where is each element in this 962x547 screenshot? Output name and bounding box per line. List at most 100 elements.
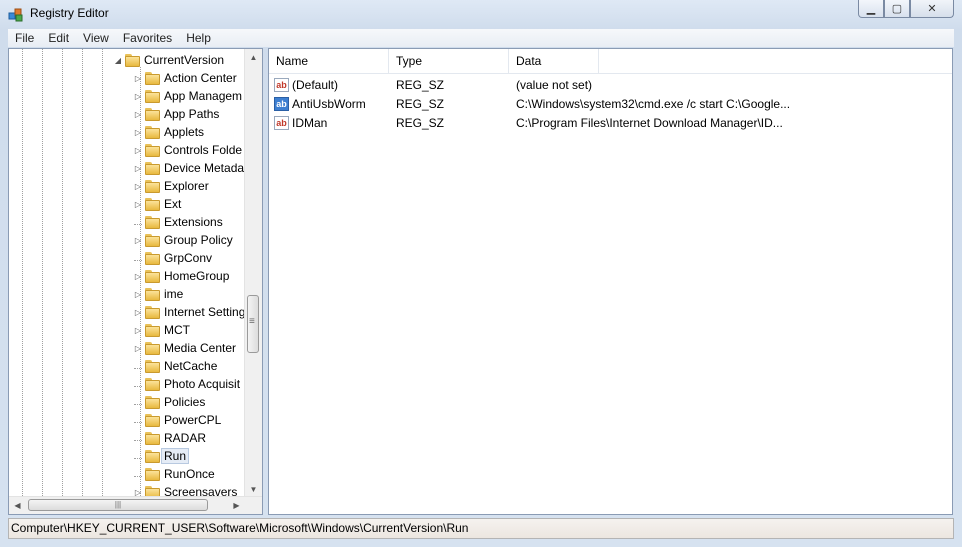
tree-item[interactable]: ▷ App Paths bbox=[133, 105, 219, 123]
folder-icon bbox=[145, 107, 160, 121]
collapse-arrow-icon[interactable]: ◢ bbox=[113, 56, 123, 65]
folder-icon bbox=[145, 323, 160, 337]
tree-item[interactable]: ▷ Internet Setting bbox=[133, 303, 245, 321]
folder-icon bbox=[145, 251, 160, 265]
folder-icon bbox=[145, 269, 160, 283]
column-type-header[interactable]: Type bbox=[389, 49, 509, 73]
string-value-icon: ab bbox=[274, 77, 289, 92]
tree-item[interactable]: ▷ MCT bbox=[133, 321, 190, 339]
expand-arrow-icon[interactable]: ▷ bbox=[133, 290, 143, 299]
value-name: IDMan bbox=[292, 115, 328, 130]
tree-item[interactable]: NetCache bbox=[133, 357, 217, 375]
menu-favorites[interactable]: Favorites bbox=[116, 31, 179, 45]
tree-item[interactable]: Photo Acquisit bbox=[133, 375, 240, 393]
tree-item[interactable]: Extensions bbox=[133, 213, 223, 231]
tree-item-label: RunOnce bbox=[164, 467, 215, 481]
expand-arrow-icon[interactable]: ▷ bbox=[133, 200, 143, 209]
value-row[interactable]: ab IDMan REG_SZ C:\Program Files\Internet D… bbox=[269, 113, 783, 132]
tree-item[interactable]: PowerCPL bbox=[133, 411, 221, 429]
expand-arrow-icon[interactable]: ▷ bbox=[133, 308, 143, 317]
value-name: AntiUsbWorm bbox=[292, 96, 366, 111]
expand-arrow-icon[interactable]: ▷ bbox=[133, 110, 143, 119]
tree-item-label: Explorer bbox=[164, 179, 209, 193]
tree-item-label: Internet Setting bbox=[164, 305, 246, 319]
tree-item-label: GrpConv bbox=[164, 251, 213, 265]
tree-item[interactable]: ▷ Explorer bbox=[133, 177, 209, 195]
status-bar: Computer\HKEY_CURRENT_USER\Software\Micr… bbox=[8, 518, 954, 539]
scroll-thumb[interactable] bbox=[247, 295, 259, 353]
value-data: (value not set) bbox=[516, 77, 593, 92]
values-pane[interactable]: Name Type Data ab (Default) REG_SZ (value n… bbox=[268, 48, 953, 515]
tree-item-currentversion[interactable]: ◢ CurrentVersion bbox=[113, 51, 224, 69]
expand-arrow-icon[interactable]: ▷ bbox=[133, 92, 143, 101]
tree-item-label: Ext bbox=[164, 197, 182, 211]
minimize-button[interactable]: ▁ bbox=[858, 0, 884, 18]
expand-arrow-icon[interactable]: ▷ bbox=[133, 182, 143, 191]
folder-icon bbox=[145, 287, 160, 301]
column-spacer bbox=[599, 49, 606, 73]
tree-item[interactable]: ▷ ime bbox=[133, 285, 183, 303]
tree-item[interactable]: ▷ App Managem bbox=[133, 87, 242, 105]
expand-arrow-icon[interactable]: ▷ bbox=[133, 146, 143, 155]
tree-connector bbox=[133, 416, 143, 425]
tree-vertical-scrollbar[interactable]: ▲ ▼ bbox=[244, 49, 262, 498]
value-type: REG_SZ bbox=[396, 96, 445, 111]
tree-item-label: NetCache bbox=[164, 359, 218, 373]
tree-guide-line bbox=[62, 49, 63, 498]
scroll-left-arrow-icon[interactable]: ◀ bbox=[9, 497, 26, 514]
string-value-icon: ab bbox=[274, 96, 289, 111]
tree-item[interactable]: RunOnce bbox=[133, 465, 215, 483]
close-button[interactable]: ✕ bbox=[910, 0, 954, 18]
column-name-header[interactable]: Name bbox=[269, 49, 389, 73]
tree-item[interactable]: ▷ Device Metada bbox=[133, 159, 244, 177]
menu-view[interactable]: View bbox=[76, 31, 116, 45]
tree-item[interactable]: RADAR bbox=[133, 429, 206, 447]
menu-edit[interactable]: Edit bbox=[41, 31, 76, 45]
key-tree-pane[interactable]: ◢ CurrentVersion ▷ Action Center ▷ App Mana… bbox=[8, 48, 263, 515]
value-data: C:\Windows\system32\cmd.exe /c start C:\… bbox=[516, 96, 791, 111]
folder-icon bbox=[145, 215, 160, 229]
tree-item-label: Controls Folde bbox=[164, 143, 243, 157]
scroll-up-arrow-icon[interactable]: ▲ bbox=[245, 49, 262, 66]
folder-icon bbox=[145, 395, 160, 409]
registry-editor-window: Registry Editor ▁ ▢ ✕ File Edit View Fav… bbox=[0, 0, 962, 547]
value-type: REG_SZ bbox=[396, 77, 445, 92]
expand-arrow-icon[interactable]: ▷ bbox=[133, 272, 143, 281]
tree-item[interactable]: GrpConv bbox=[133, 249, 212, 267]
window-title: Registry Editor bbox=[30, 6, 109, 20]
tree-item[interactable]: ▷ Media Center bbox=[133, 339, 236, 357]
tree-item-label: Policies bbox=[164, 395, 206, 409]
folder-icon bbox=[145, 359, 160, 373]
scroll-thumb[interactable]: ||| bbox=[28, 499, 208, 511]
tree-item[interactable]: ▷ HomeGroup bbox=[133, 267, 229, 285]
tree-guide-line bbox=[42, 49, 43, 498]
tree-item-label: App Managem bbox=[164, 89, 243, 103]
tree-item-label: HomeGroup bbox=[164, 269, 230, 283]
menu-help[interactable]: Help bbox=[179, 31, 218, 45]
expand-arrow-icon[interactable]: ▷ bbox=[133, 164, 143, 173]
tree-item[interactable]: ▷ Group Policy bbox=[133, 231, 233, 249]
registry-editor-icon bbox=[8, 8, 23, 22]
tree-item[interactable]: ▷ Applets bbox=[133, 123, 204, 141]
tree-connector bbox=[133, 380, 143, 389]
value-type: REG_SZ bbox=[396, 115, 445, 130]
expand-arrow-icon[interactable]: ▷ bbox=[133, 326, 143, 335]
expand-arrow-icon[interactable]: ▷ bbox=[133, 344, 143, 353]
value-data: C:\Program Files\Internet Download Manag… bbox=[516, 115, 783, 130]
value-row[interactable]: ab AntiUsbWorm REG_SZ C:\Windows\system32\c… bbox=[269, 94, 790, 113]
tree-item[interactable]: ▷ Action Center bbox=[133, 69, 237, 87]
tree-horizontal-scrollbar[interactable]: ◀ ||| ▶ bbox=[9, 496, 262, 514]
expand-arrow-icon[interactable]: ▷ bbox=[133, 128, 143, 137]
expand-arrow-icon[interactable]: ▷ bbox=[133, 236, 143, 245]
maximize-button[interactable]: ▢ bbox=[884, 0, 910, 18]
tree-item[interactable]: ▷ Ext bbox=[133, 195, 181, 213]
tree-item[interactable]: Policies bbox=[133, 393, 205, 411]
tree-item[interactable]: Run bbox=[133, 447, 190, 465]
expand-arrow-icon[interactable]: ▷ bbox=[133, 74, 143, 83]
title-bar[interactable]: Registry Editor ▁ ▢ ✕ bbox=[0, 0, 962, 28]
value-row[interactable]: ab (Default) REG_SZ (value not set) bbox=[269, 75, 592, 94]
menu-file[interactable]: File bbox=[8, 31, 41, 45]
scroll-right-arrow-icon[interactable]: ▶ bbox=[228, 497, 245, 514]
tree-item[interactable]: ▷ Controls Folde bbox=[133, 141, 242, 159]
column-data-header[interactable]: Data bbox=[509, 49, 599, 73]
